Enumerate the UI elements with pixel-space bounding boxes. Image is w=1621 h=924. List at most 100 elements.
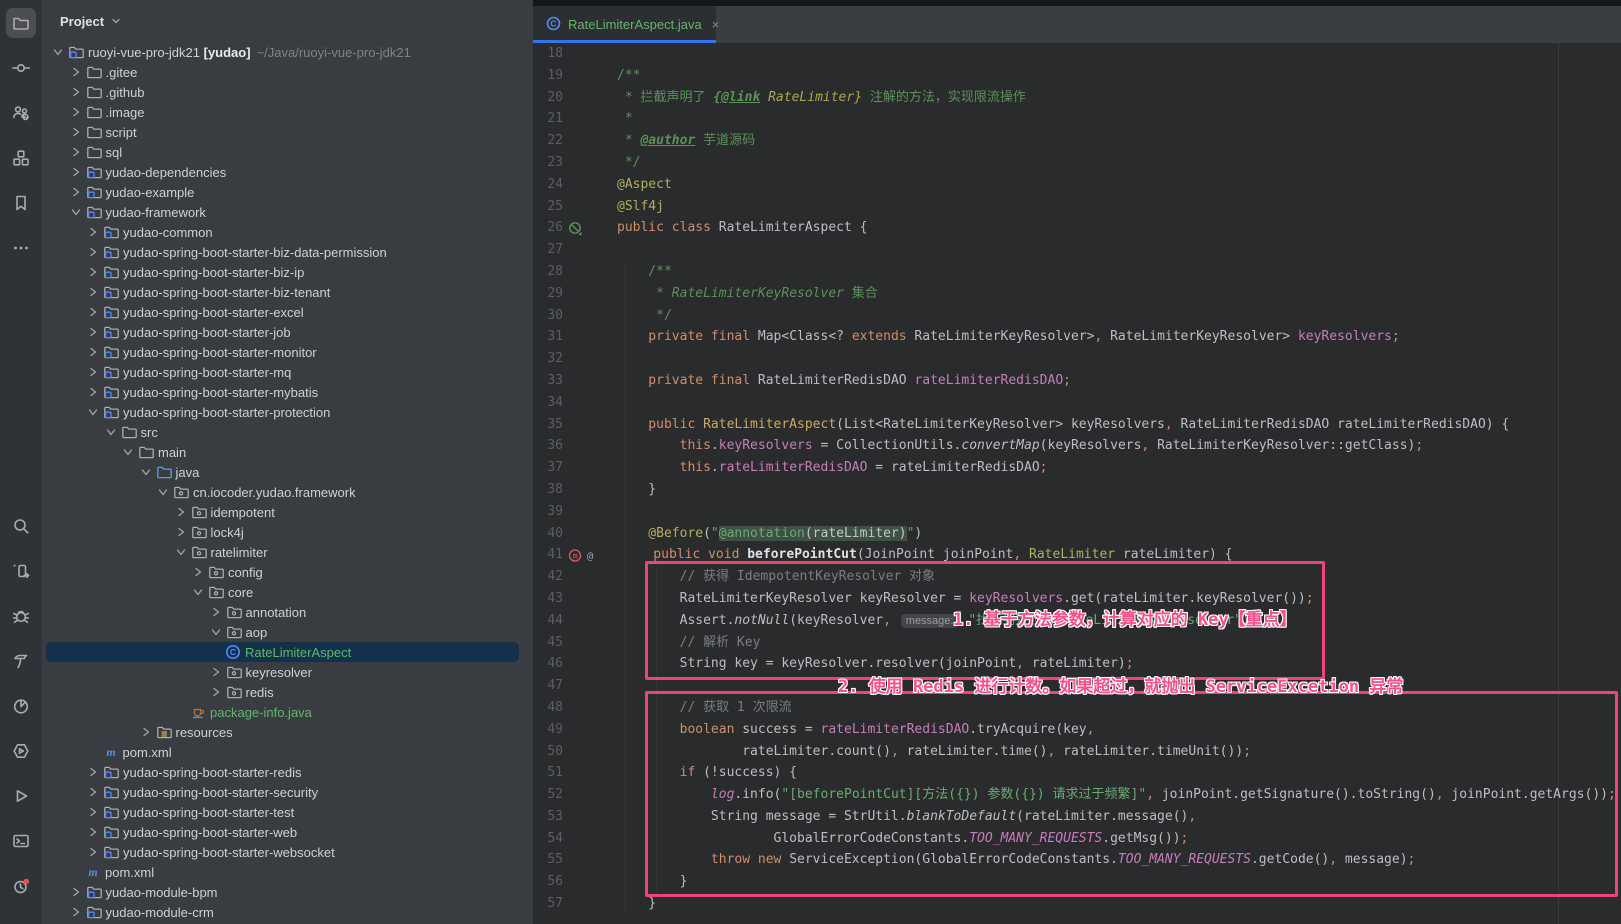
chevron-collapsed-icon[interactable] — [84, 784, 102, 800]
tree-item-yudao-spring-boot-starter-websocket[interactable]: yudao-spring-boot-starter-websocket — [42, 842, 533, 862]
terminal-icon[interactable] — [6, 826, 36, 856]
code-line-48[interactable]: 48 // 获取 1 次限流 — [533, 697, 1621, 719]
tree-item-yudao-spring-boot-starter-biz-data-permission[interactable]: yudao-spring-boot-starter-biz-data-permi… — [42, 242, 533, 262]
code-line-21[interactable]: 21 * — [533, 108, 1621, 130]
code-line-47[interactable]: 47 — [533, 675, 1621, 697]
code-line-24[interactable]: 24@Aspect — [533, 174, 1621, 196]
chevron-expanded-icon[interactable] — [172, 544, 190, 560]
chevron-collapsed-icon[interactable] — [67, 904, 85, 920]
chevron-collapsed-icon[interactable] — [84, 764, 102, 780]
chevron-expanded-icon[interactable] — [49, 44, 67, 60]
chevron-collapsed-icon[interactable] — [84, 344, 102, 360]
chevron-expanded-icon[interactable] — [137, 464, 155, 480]
code-line-49[interactable]: 49 boolean success = rateLimiterRedisDAO… — [533, 719, 1621, 741]
code-line-43[interactable]: 43 RateLimiterKeyResolver keyResolver = … — [533, 588, 1621, 610]
chevron-expanded-icon[interactable] — [67, 204, 85, 220]
code-line-30[interactable]: 30 */ — [533, 305, 1621, 327]
chevron-collapsed-icon[interactable] — [84, 364, 102, 380]
chevron-collapsed-icon[interactable] — [67, 184, 85, 200]
tree-item-yudao-spring-boot-starter-security[interactable]: yudao-spring-boot-starter-security — [42, 782, 533, 802]
chevron-collapsed-icon[interactable] — [189, 564, 207, 580]
tree-item-redis[interactable]: redis — [42, 682, 533, 702]
code-line-51[interactable]: 51 if (!success) { — [533, 762, 1621, 784]
chevron-collapsed-icon[interactable] — [67, 84, 85, 100]
services-icon[interactable] — [6, 736, 36, 766]
chevron-down-icon[interactable] — [111, 14, 121, 29]
tree-item-main[interactable]: main — [42, 442, 533, 462]
code-line-52[interactable]: 52 log.info("[beforePointCut][方法({}) 参数(… — [533, 784, 1621, 806]
tree-item-yudao-spring-boot-starter-biz-tenant[interactable]: yudao-spring-boot-starter-biz-tenant — [42, 282, 533, 302]
chevron-expanded-icon[interactable] — [119, 444, 137, 460]
build-icon[interactable] — [6, 646, 36, 676]
code-line-44[interactable]: 44 Assert.notNull(keyResolver, message: … — [533, 610, 1621, 632]
chevron-collapsed-icon[interactable] — [84, 284, 102, 300]
chevron-collapsed-icon[interactable] — [207, 664, 225, 680]
chevron-collapsed-icon[interactable] — [84, 224, 102, 240]
tree-item-aop[interactable]: aop — [42, 622, 533, 642]
code-line-56[interactable]: 56 } — [533, 871, 1621, 893]
code-line-29[interactable]: 29 * RateLimiterKeyResolver 集合 — [533, 283, 1621, 305]
code-line-19[interactable]: 19/** — [533, 65, 1621, 87]
code-line-53[interactable]: 53 String message = StrUtil.blankToDefau… — [533, 806, 1621, 828]
code-line-33[interactable]: 33 private final RateLimiterRedisDAO rat… — [533, 370, 1621, 392]
tree-item-yudao-spring-boot-starter-redis[interactable]: yudao-spring-boot-starter-redis — [42, 762, 533, 782]
chevron-collapsed-icon[interactable] — [67, 124, 85, 140]
aop-advice-gutter-icon[interactable]: m@ — [563, 544, 598, 566]
code-line-50[interactable]: 50 rateLimiter.count(), rateLimiter.time… — [533, 741, 1621, 763]
tree-item-yudao-spring-boot-starter-test[interactable]: yudao-spring-boot-starter-test — [42, 802, 533, 822]
tree-item-idempotent[interactable]: idempotent — [42, 502, 533, 522]
tree-item-yudao-spring-boot-starter-job[interactable]: yudao-spring-boot-starter-job — [42, 322, 533, 342]
editor-area[interactable]: C RateLimiterAspect.java × 1819/**20 * 拦… — [533, 0, 1621, 924]
code-line-22[interactable]: 22 * @author 芋道源码 — [533, 130, 1621, 152]
tree-item-yudao-dependencies[interactable]: yudao-dependencies — [42, 162, 533, 182]
code-line-26[interactable]: 26public class RateLimiterAspect { — [533, 217, 1621, 239]
code-line-42[interactable]: 42 // 获得 IdempotentKeyResolver 对象 — [533, 566, 1621, 588]
code-line-54[interactable]: 54 GlobalErrorCodeConstants.TOO_MANY_REQ… — [533, 828, 1621, 850]
tree-item-pom-xml[interactable]: mpom.xml — [42, 862, 533, 882]
tree-item-keyresolver[interactable]: keyresolver — [42, 662, 533, 682]
code-line-41[interactable]: 41m@ public void beforePointCut(JoinPoin… — [533, 544, 1621, 566]
tree-item-yudao-spring-boot-starter-mybatis[interactable]: yudao-spring-boot-starter-mybatis — [42, 382, 533, 402]
chevron-collapsed-icon[interactable] — [84, 264, 102, 280]
bean-gutter-icon[interactable] — [563, 217, 593, 239]
tree-item-yudao-spring-boot-starter-biz-ip[interactable]: yudao-spring-boot-starter-biz-ip — [42, 262, 533, 282]
chevron-collapsed-icon[interactable] — [84, 384, 102, 400]
commit-icon[interactable] — [6, 53, 36, 83]
tree-item-package-info-java[interactable]: package-info.java — [42, 702, 533, 722]
tab-ratelimiteraspect[interactable]: C RateLimiterAspect.java × — [533, 6, 716, 43]
code-line-38[interactable]: 38 } — [533, 479, 1621, 501]
code-line-35[interactable]: 35 public RateLimiterAspect(List<RateLim… — [533, 414, 1621, 436]
chevron-collapsed-icon[interactable] — [172, 524, 190, 540]
tree-item-ruoyi-vue-pro-jdk21[interactable]: ruoyi-vue-pro-jdk21 [yudao]~/Java/ruoyi-… — [42, 42, 533, 62]
chevron-collapsed-icon[interactable] — [84, 244, 102, 260]
code-line-45[interactable]: 45 // 解析 Key — [533, 632, 1621, 654]
close-icon[interactable]: × — [712, 17, 720, 32]
tree-item-resources[interactable]: resources — [42, 722, 533, 742]
structure-icon[interactable] — [6, 143, 36, 173]
tree-item-src[interactable]: src — [42, 422, 533, 442]
pull-requests-icon[interactable]: ? — [6, 98, 36, 128]
bookmarks-icon[interactable] — [6, 188, 36, 218]
code-line-46[interactable]: 46 String key = keyResolver.resolver(joi… — [533, 653, 1621, 675]
more-tool-windows-icon[interactable] — [6, 233, 36, 263]
chevron-expanded-icon[interactable] — [189, 584, 207, 600]
tree-item-config[interactable]: config — [42, 562, 533, 582]
floating-panel-icon[interactable]: * — [6, 556, 36, 586]
chevron-collapsed-icon[interactable] — [207, 684, 225, 700]
tree-item-yudao-example[interactable]: yudao-example — [42, 182, 533, 202]
chevron-expanded-icon[interactable] — [84, 404, 102, 420]
code-line-32[interactable]: 32 — [533, 348, 1621, 370]
tree-item-yudao-common[interactable]: yudao-common — [42, 222, 533, 242]
project-panel-header[interactable]: Project — [42, 0, 533, 42]
run-icon[interactable] — [6, 781, 36, 811]
tree-item--image[interactable]: .image — [42, 102, 533, 122]
tree-item-yudao-framework[interactable]: yudao-framework — [42, 202, 533, 222]
code-editor[interactable]: 1819/**20 * 拦截声明了 {@link RateLimiter} 注解… — [533, 43, 1621, 924]
tree-item-pom-xml[interactable]: mpom.xml — [42, 742, 533, 762]
code-line-55[interactable]: 55 throw new ServiceException(GlobalErro… — [533, 849, 1621, 871]
code-line-27[interactable]: 27 — [533, 239, 1621, 261]
tree-item-script[interactable]: script — [42, 122, 533, 142]
code-line-39[interactable]: 39 — [533, 501, 1621, 523]
code-line-28[interactable]: 28 /** — [533, 261, 1621, 283]
chevron-collapsed-icon[interactable] — [84, 804, 102, 820]
